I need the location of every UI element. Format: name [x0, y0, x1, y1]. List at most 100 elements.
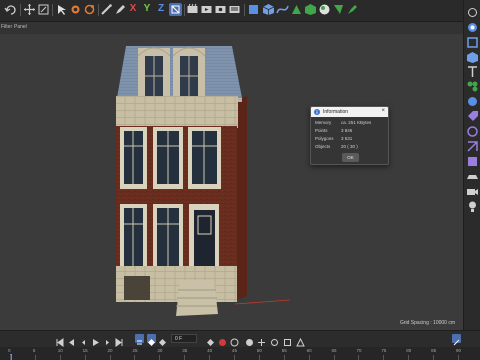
tick-label: 5	[32, 348, 36, 353]
scale-icon[interactable]	[37, 3, 50, 16]
deformer-icon[interactable]	[318, 3, 331, 16]
current-frame-field[interactable]: 0 F	[171, 334, 197, 343]
coordinate-system-icon[interactable]	[169, 3, 182, 16]
tick-label: 25	[132, 348, 138, 353]
floor-icon[interactable]	[466, 170, 479, 183]
cube-icon[interactable]	[262, 3, 275, 16]
tick-mark	[84, 355, 86, 360]
tag-icon[interactable]	[466, 110, 479, 123]
previous-frame-icon[interactable]	[79, 334, 88, 345]
field-icon[interactable]	[466, 140, 479, 153]
tick-mark	[408, 355, 410, 360]
info-value: 3 846	[341, 128, 353, 133]
volume-icon[interactable]	[466, 155, 479, 168]
ok-button[interactable]: OK	[342, 153, 359, 162]
brush-icon[interactable]	[100, 3, 113, 16]
tick-mark	[433, 355, 435, 360]
spline-icon[interactable]	[276, 3, 289, 16]
live-select-icon[interactable]	[55, 3, 68, 16]
tick-label: 40	[207, 348, 213, 353]
tick-mark	[258, 355, 260, 360]
undo-icon[interactable]	[4, 3, 17, 16]
loop-icon[interactable]	[135, 334, 144, 345]
position-key-icon[interactable]	[257, 334, 266, 346]
move-tool-icon[interactable]	[69, 3, 82, 16]
info-icon	[314, 109, 320, 115]
tick-mark	[333, 355, 335, 360]
render-queue-icon[interactable]	[228, 3, 241, 16]
info-row-points: Points 3 846	[315, 127, 387, 135]
move-icon[interactable]	[23, 3, 36, 16]
axis-y-button[interactable]: Y	[142, 2, 152, 16]
tick-label: 30	[157, 348, 163, 353]
keyframe-selection-icon[interactable]	[245, 334, 254, 346]
next-frame-icon[interactable]	[103, 334, 112, 345]
info-row-polygons: Polygons 3 531	[315, 135, 387, 143]
previous-key-icon[interactable]	[67, 334, 76, 346]
cube-primitive-icon[interactable]	[466, 51, 479, 64]
key-selection-icon[interactable]	[158, 334, 167, 346]
right-palette	[463, 0, 480, 330]
tick-mark	[234, 355, 235, 360]
pen-icon[interactable]	[114, 3, 127, 16]
tick-label: 0	[8, 348, 11, 353]
info-value: 20 ( 30 )	[341, 144, 358, 149]
scale-key-icon[interactable]	[283, 334, 292, 346]
nurbs-icon[interactable]	[290, 3, 303, 16]
transport-controls: 0 F	[0, 331, 480, 347]
tick-mark	[34, 355, 36, 360]
square-icon[interactable]	[466, 36, 479, 49]
light-icon[interactable]	[466, 200, 479, 213]
timeline-settings-icon[interactable]	[452, 334, 461, 346]
timeline-ruler[interactable]: 0 5 10 15 20 25 30 35 40 45 50 55 60 65 70 75 80 85 90	[0, 347, 480, 360]
app-window: X Y Z Filter Panel Grid Spacing: 10000 …	[0, 0, 480, 360]
effector-icon[interactable]	[466, 95, 479, 108]
tick-mark	[458, 355, 459, 360]
tick-mark	[308, 355, 310, 360]
render-view-icon[interactable]	[200, 3, 213, 16]
menu-panel[interactable]: Panel	[14, 23, 27, 31]
tick-mark	[109, 355, 111, 360]
tick-mark	[134, 355, 136, 360]
pen-tool-icon[interactable]	[346, 3, 359, 16]
rotation-key-icon[interactable]	[270, 334, 279, 346]
autokey-icon[interactable]	[230, 334, 239, 347]
rotate-view-icon[interactable]	[466, 6, 479, 19]
render-region-icon[interactable]	[186, 3, 199, 16]
subdivision-icon[interactable]	[304, 3, 317, 16]
tick-label: 65	[331, 348, 337, 353]
camera-icon[interactable]	[466, 185, 479, 198]
tick-mark	[184, 355, 186, 360]
tick-label: 70	[356, 348, 362, 353]
close-icon[interactable]: ×	[381, 108, 385, 115]
menu-filter[interactable]: Filter	[1, 23, 12, 31]
scale-tool-icon[interactable]	[83, 3, 96, 16]
axis-z-button[interactable]: Z	[156, 2, 166, 16]
record-key-icon[interactable]	[206, 334, 215, 346]
information-dialog: Information × Memory ca. 251 KBytes Poin…	[310, 106, 389, 165]
tick-label: 90	[456, 348, 462, 353]
dialog-title: Information	[323, 109, 349, 115]
text-icon[interactable]	[466, 65, 479, 78]
goto-start-icon[interactable]	[55, 334, 64, 347]
info-row-memory: Memory ca. 251 KBytes	[315, 119, 387, 127]
cloner-icon[interactable]	[466, 80, 479, 93]
axis-x-button[interactable]: X	[128, 2, 138, 16]
record-icon[interactable]	[218, 334, 227, 346]
keyframe-mode-icon[interactable]	[147, 334, 156, 346]
info-key: Points	[315, 128, 328, 133]
environment-icon[interactable]	[332, 3, 345, 16]
render-settings-icon[interactable]	[214, 3, 227, 16]
tick-label: 35	[182, 348, 188, 353]
3d-viewport[interactable]: Grid Spacing : 10000 cm	[0, 34, 463, 330]
deformer-tool-icon[interactable]	[466, 125, 479, 138]
tick-mark	[283, 355, 285, 360]
main-toolbar: X Y Z	[0, 0, 480, 22]
goto-end-icon[interactable]	[115, 334, 124, 347]
tick-label: 85	[431, 348, 437, 353]
object-icon[interactable]	[466, 21, 479, 34]
param-key-icon[interactable]	[296, 334, 305, 347]
interactive-render-icon[interactable]	[247, 3, 260, 16]
tick-mark	[159, 355, 161, 360]
play-icon[interactable]	[91, 334, 100, 346]
